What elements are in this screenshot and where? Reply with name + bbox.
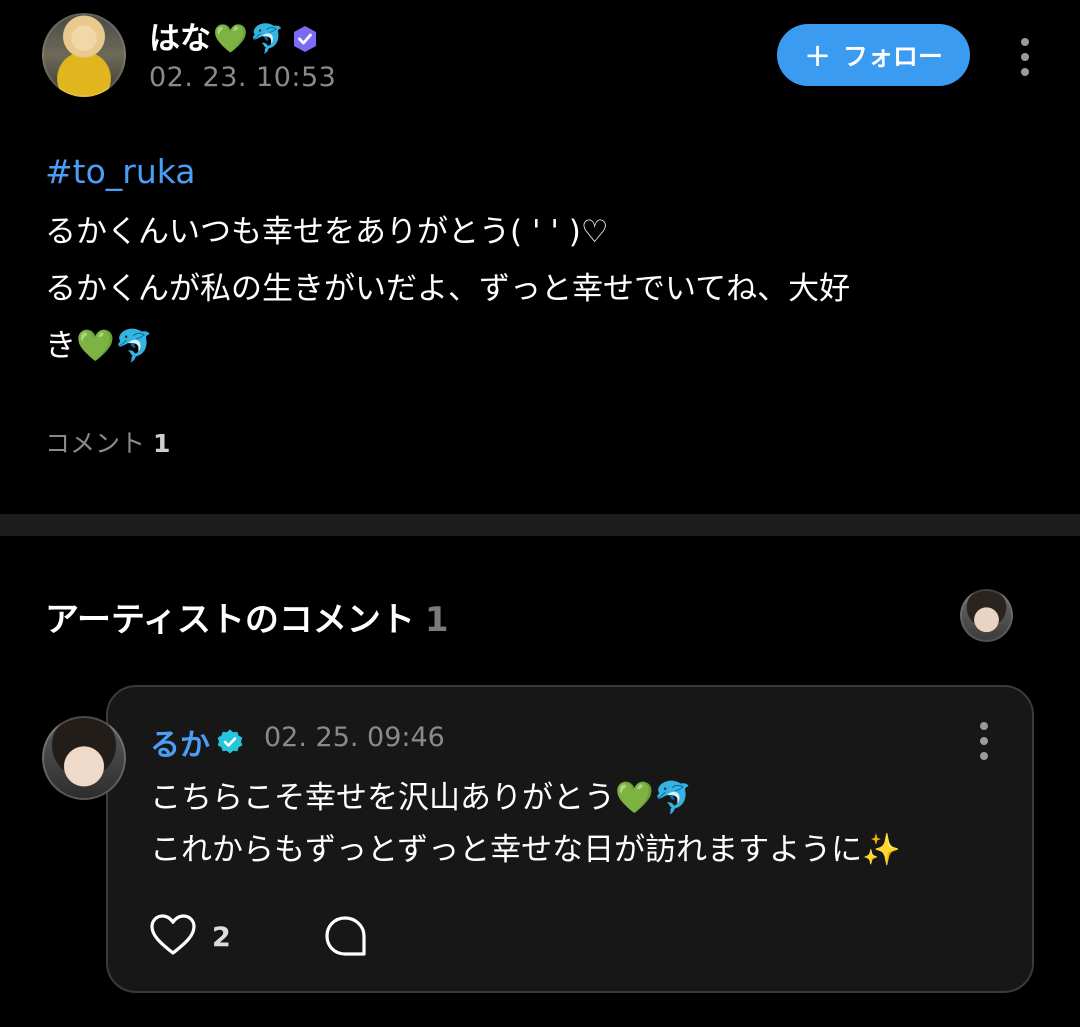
plus-icon: + — [804, 36, 831, 74]
follow-button[interactable]: + フォロー — [777, 24, 970, 86]
green-heart-emoji: 💚 — [213, 22, 248, 55]
section-divider — [0, 514, 1080, 536]
verified-badge-icon — [291, 24, 319, 54]
post-detail-page: はな 💚 🐬 02. 23. 10:53 + フォロー #to_ruka るかく… — [0, 0, 1080, 1027]
dolphin-emoji: 🐬 — [249, 22, 285, 55]
comment-count-value: 1 — [153, 429, 171, 458]
post-timestamp: 02. 23. 10:53 — [149, 62, 337, 93]
commenter-avatar[interactable] — [42, 716, 126, 800]
comment-timestamp: 02. 25. 09:46 — [264, 722, 445, 753]
comment-label: コメント — [45, 429, 146, 458]
artist-comments-count: 1 — [424, 600, 449, 640]
commenter-name[interactable]: るか — [150, 720, 244, 764]
artist-comments-heading: アーティストのコメント 1 — [45, 592, 449, 641]
comment-count[interactable]: コメント 1 — [45, 424, 170, 460]
like-count: 2 — [212, 921, 231, 953]
artist-comments-title: アーティストのコメント — [45, 600, 415, 640]
commenter-name-text: るか — [150, 728, 210, 763]
post-header: はな 💚 🐬 02. 23. 10:53 + フォロー — [42, 13, 1042, 103]
more-vertical-icon[interactable] — [979, 722, 989, 760]
author-name[interactable]: はな 💚 🐬 — [149, 19, 319, 59]
heart-icon — [150, 914, 196, 960]
comment-bubble-icon — [324, 916, 368, 961]
post-text: るかくんいつも幸せをありがとう( ' ' )♡ るかくんが私の生きがいだよ、ずっ… — [45, 214, 851, 364]
author-name-text: はな — [149, 21, 211, 57]
comment-text: こちらこそ幸せを沢山ありがとう💚🐬 これからもずっとずっと幸せな日が訪れますよう… — [150, 780, 901, 868]
reply-button[interactable] — [324, 915, 368, 961]
hashtag-link[interactable]: #to_ruka — [45, 148, 1035, 196]
more-vertical-icon[interactable] — [1020, 38, 1030, 76]
like-button[interactable]: 2 — [150, 914, 231, 960]
artist-avatar-small[interactable] — [960, 589, 1013, 642]
check-badge-icon — [216, 728, 244, 756]
follow-label: フォロー — [842, 42, 943, 71]
post-body: #to_ruka るかくんいつも幸せをありがとう( ' ' )♡ るかくんが私の… — [45, 148, 1035, 375]
author-avatar[interactable] — [42, 13, 126, 97]
